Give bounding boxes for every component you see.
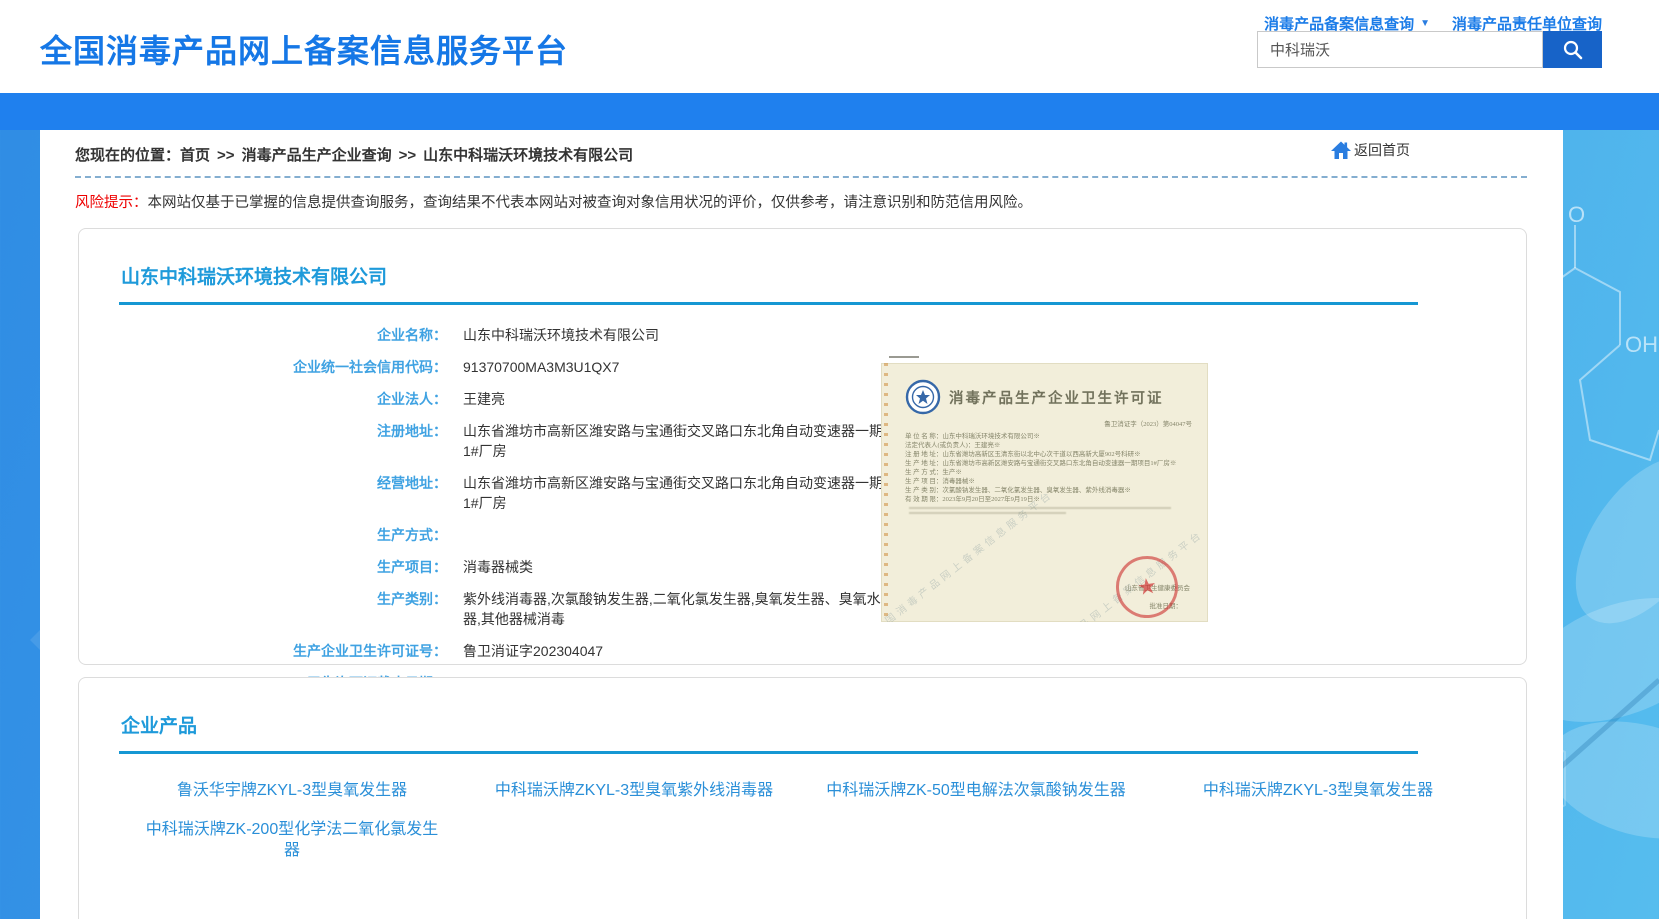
breadcrumb-prefix: 您现在的位置：: [75, 147, 180, 164]
field-value: 山东中科瑞沃环境技术有限公司: [463, 325, 659, 345]
product-link[interactable]: 中科瑞沃牌ZK-50型电解法次氯酸钠发生器: [826, 780, 1126, 801]
breadcrumb: 您现在的位置：首页 >> 消毒产品生产企业查询 >> 山东中科瑞沃环境技术有限公司 返回…: [40, 130, 1563, 165]
svg-text:OH: OH: [1625, 332, 1658, 357]
field-value: 紫外线消毒器,次氯酸钠发生器,二氧化氯发生器,臭氧发生器、臭氧水发生器,其他器械…: [463, 589, 925, 629]
breadcrumb-current: 山东中科瑞沃环境技术有限公司: [423, 147, 633, 164]
search-button[interactable]: [1543, 31, 1602, 68]
certificate-header: 消毒产品生产企业卫生许可证: [881, 363, 1208, 417]
page-header: 全国消毒产品网上备案信息服务平台 消毒产品备案信息查询 ▼ 消毒产品责任单位查询: [0, 0, 1659, 93]
breadcrumb-home[interactable]: 首页: [180, 147, 210, 164]
field-label: 企业统一社会信用代码：: [115, 357, 447, 377]
title-rule: [119, 751, 1418, 754]
field-row: 经营地址： 山东省潍坊市高新区潍安路与宝通街交叉路口东北角自动变速器一期项目1#厂…: [115, 473, 1526, 513]
product-link[interactable]: 中科瑞沃牌ZKYL-3型臭氧发生器: [1203, 780, 1433, 801]
hygiene-license-certificate-image: 全国消毒产品网上备案信息服务平台 全国消毒产品网上备案信息服务平台 消毒产品生产…: [881, 363, 1208, 622]
title-rule: [119, 302, 1418, 305]
product-link[interactable]: 鲁沃华宇牌ZKYL-3型臭氧发生器: [177, 780, 407, 801]
breadcrumb-enterprise-query[interactable]: 消毒产品生产企业查询: [242, 147, 392, 164]
risk-notice-label: 风险提示：: [75, 195, 148, 211]
field-row: 企业法人： 王建亮: [115, 389, 1526, 409]
field-label: 经营地址：: [115, 473, 447, 513]
certificate-number: 鲁卫消证字（2023）第04047号: [881, 418, 1208, 428]
company-products-card: 企业产品 鲁沃华宇牌ZKYL-3型臭氧发生器 中科瑞沃牌ZKYL-3型臭氧紫外线…: [78, 677, 1527, 919]
certificate-top-dash: [889, 356, 919, 358]
field-row: 生产企业卫生许可证号： 鲁卫消证字202304047: [115, 641, 1526, 661]
field-row: 企业统一社会信用代码： 91370700MA3M3U1QX7: [115, 357, 1526, 377]
site-title: 全国消毒产品网上备案信息服务平台: [40, 26, 568, 72]
field-row: 注册地址： 山东省潍坊市高新区潍安路与宝通街交叉路口东北角自动变速器一期项目1#厂…: [115, 421, 1526, 461]
back-home-link[interactable]: 返回首页: [1330, 140, 1410, 160]
home-icon: [1330, 140, 1352, 160]
field-label: 生产类别：: [115, 589, 447, 629]
field-label: 生产项目：: [115, 557, 447, 577]
field-value: 山东省潍坊市高新区潍安路与宝通街交叉路口东北角自动变速器一期项目1#厂房: [463, 473, 925, 513]
search-icon: [1561, 38, 1585, 62]
header-blue-band: [0, 93, 1659, 130]
breadcrumb-separator: >>: [399, 147, 417, 164]
field-row: 生产类别： 紫外线消毒器,次氯酸钠发生器,二氧化氯发生器,臭氧发生器、臭氧水发生器…: [115, 589, 1526, 629]
field-label: 企业法人：: [115, 389, 447, 409]
risk-notice-text: 本网站仅基于已掌握的信息提供查询服务，查询结果不代表本网站对被查询对象信用状况的…: [148, 195, 1033, 211]
field-value: 山东省潍坊市高新区潍安路与宝通街交叉路口东北角自动变速器一期项目1#厂房: [463, 421, 925, 461]
field-value: 消毒器械类: [463, 557, 533, 577]
chevron-down-icon: ▼: [1420, 18, 1430, 29]
company-info-card: 山东中科瑞沃环境技术有限公司 企业名称： 山东中科瑞沃环境技术有限公司 企业统一社…: [78, 228, 1527, 665]
product-link[interactable]: 中科瑞沃牌ZKYL-3型臭氧紫外线消毒器: [495, 780, 773, 801]
field-value: 91370700MA3M3U1QX7: [463, 357, 619, 377]
certificate-fine-print: [909, 507, 1194, 514]
field-row: 生产项目： 消毒器械类: [115, 557, 1526, 577]
search-input[interactable]: [1257, 31, 1543, 68]
main-panel: 您现在的位置：首页 >> 消毒产品生产企业查询 >> 山东中科瑞沃环境技术有限公司 返回…: [40, 130, 1563, 919]
field-label: 企业名称：: [115, 325, 447, 345]
field-label: 生产方式：: [115, 525, 447, 545]
company-card-title: 山东中科瑞沃环境技术有限公司: [79, 229, 1526, 289]
seal-star-icon: ★: [1135, 573, 1158, 601]
field-value: 鲁卫消证字202304047: [463, 641, 603, 661]
products-grid: 鲁沃华宇牌ZKYL-3型臭氧发生器 中科瑞沃牌ZKYL-3型臭氧紫外线消毒器 中…: [121, 780, 1526, 861]
company-fields: 企业名称： 山东中科瑞沃环境技术有限公司 企业统一社会信用代码： 91370700M…: [115, 325, 1526, 693]
product-link[interactable]: 中科瑞沃牌ZK-200型化学法二氧化氯发生器: [140, 819, 445, 861]
breadcrumb-separator: >>: [217, 147, 235, 164]
field-row: 企业名称： 山东中科瑞沃环境技术有限公司: [115, 325, 1526, 345]
risk-notice: 风险提示：本网站仅基于已掌握的信息提供查询服务，查询结果不代表本网站对被查询对象…: [75, 191, 1563, 212]
certificate-emblem-icon: [905, 379, 941, 415]
search-bar: [1257, 31, 1602, 68]
certificate-title: 消毒产品生产企业卫生许可证: [949, 387, 1164, 408]
dashed-divider: [75, 176, 1527, 178]
svg-text:O: O: [1568, 202, 1585, 227]
products-card-title: 企业产品: [79, 678, 1526, 738]
field-row: 生产方式：: [115, 525, 1526, 545]
field-label: 生产企业卫生许可证号：: [115, 641, 447, 661]
certificate-perforation: [884, 363, 888, 622]
field-label: 注册地址：: [115, 421, 447, 461]
field-value: 王建亮: [463, 389, 505, 409]
